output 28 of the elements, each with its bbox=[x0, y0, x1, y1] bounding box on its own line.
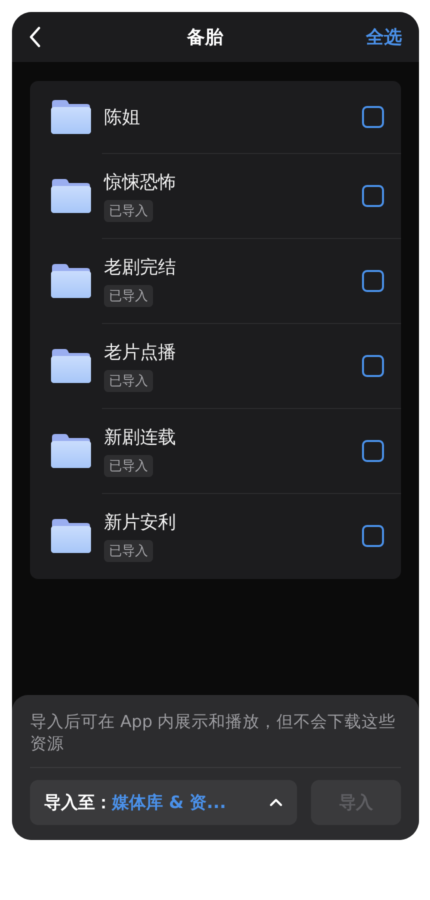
folder-icon bbox=[50, 178, 92, 214]
imported-badge: 已导入 bbox=[104, 540, 153, 562]
checkbox[interactable] bbox=[362, 440, 384, 462]
checkbox[interactable] bbox=[362, 354, 384, 376]
imported-badge: 已导入 bbox=[104, 200, 153, 222]
info-text: 导入后可在 App 内展示和播放，但不会下载这些资源 bbox=[30, 711, 401, 768]
imported-badge: 已导入 bbox=[104, 454, 153, 476]
checkbox[interactable] bbox=[362, 106, 384, 128]
folder-icon bbox=[50, 262, 92, 298]
chevron-up-icon bbox=[269, 798, 283, 807]
folder-name: 老片点播 bbox=[104, 340, 176, 364]
folder-name: 陈姐 bbox=[104, 106, 140, 129]
folder-name: 惊悚恐怖 bbox=[104, 170, 176, 194]
imported-badge: 已导入 bbox=[104, 284, 153, 306]
folder-icon bbox=[50, 432, 92, 468]
checkbox[interactable] bbox=[362, 524, 384, 546]
folder-name: 老剧完结 bbox=[104, 256, 176, 278]
destination-selector[interactable]: 导入至：媒体库 & 资... bbox=[30, 780, 297, 825]
checkbox[interactable] bbox=[362, 270, 384, 292]
folder-icon bbox=[50, 348, 92, 384]
select-all-button[interactable]: 全选 bbox=[366, 25, 402, 49]
checkbox[interactable] bbox=[362, 184, 384, 206]
folder-icon bbox=[50, 518, 92, 554]
screen-title: 备胎 bbox=[187, 26, 223, 49]
folder-icon bbox=[50, 99, 92, 135]
imported-badge: 已导入 bbox=[104, 370, 153, 392]
folder-name: 新片安利 bbox=[104, 510, 176, 534]
folder-name: 新剧连载 bbox=[104, 426, 176, 448]
